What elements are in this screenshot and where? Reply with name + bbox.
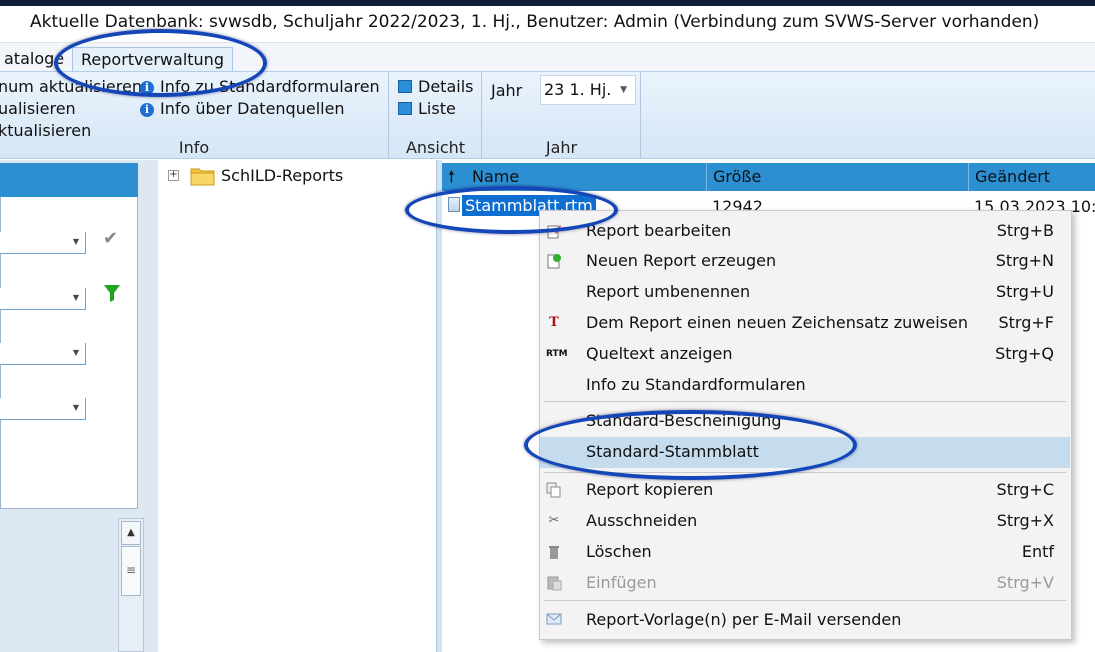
mail-icon — [546, 612, 562, 628]
scissors-icon: ✂ — [548, 513, 560, 528]
menu-item-report-bearbeiten[interactable]: Report bearbeiten Strg+B — [540, 216, 1070, 247]
jahr-label: Jahr — [491, 81, 523, 100]
menu-item-queltext[interactable]: RTM Queltext anzeigen Strg+Q — [540, 339, 1070, 370]
menu-separator — [544, 401, 1066, 402]
filter-icon[interactable] — [103, 283, 121, 308]
check-icon[interactable]: ✔ — [103, 228, 118, 249]
annotation-ellipse-tab — [54, 29, 267, 97]
report-tree — [160, 160, 436, 652]
menu-item-ausschneiden[interactable]: ✂ Ausschneiden Strg+X — [540, 506, 1070, 537]
menu-item-loeschen[interactable]: Löschen Entf — [540, 537, 1070, 568]
menu-item-zeichensatz[interactable]: T Dem Report einen neuen Zeichensatz zuw… — [540, 308, 1070, 339]
folder-icon — [190, 166, 216, 186]
filter-combo-4[interactable]: ▼ — [0, 398, 86, 420]
menu-item-info-standardformulare[interactable]: Info zu Standardformularen — [540, 370, 1070, 401]
info-icon: i — [140, 103, 154, 117]
paste-icon — [546, 575, 562, 591]
view-details-label: Details — [418, 77, 474, 96]
menu-item-report-umbenennen[interactable]: Report umbenennen Strg+U — [540, 277, 1070, 308]
ribbon-button-aktualisieren-2[interactable]: ualisieren — [0, 98, 76, 120]
tree-node-schild-reports[interactable]: SchILD-Reports — [221, 166, 343, 185]
view-list-label: Liste — [418, 99, 456, 118]
menu-item-report-kopieren[interactable]: Report kopieren Strg+C — [540, 475, 1070, 506]
jahr-select[interactable]: 23 1. Hj. ▼ — [540, 75, 636, 105]
filter-combo-2[interactable]: ▼ — [0, 288, 86, 310]
copy-icon — [546, 482, 562, 498]
column-header-geaendert[interactable]: Geändert — [968, 163, 1095, 191]
filter-combo-1[interactable]: ▼ — [0, 232, 86, 254]
menu-separator — [544, 600, 1066, 601]
group-title-jahr: Jahr — [545, 138, 578, 157]
window-top-edge — [0, 0, 1095, 6]
font-icon: T — [549, 315, 559, 330]
details-view-icon — [398, 80, 412, 93]
view-list-button[interactable]: Liste — [398, 98, 456, 120]
menu-item-email-versenden[interactable]: Report-Vorlage(n) per E-Mail versenden — [540, 605, 1070, 636]
trash-icon — [546, 544, 562, 560]
annotation-ellipse-menu-item — [524, 410, 857, 480]
filter-panel-header — [0, 163, 138, 197]
tree-expand-icon[interactable]: + — [168, 170, 179, 181]
group-title-ansicht: Ansicht — [405, 138, 466, 157]
annotation-ellipse-file — [405, 186, 618, 234]
view-details-button[interactable]: Details — [398, 76, 473, 98]
new-report-icon — [546, 253, 562, 269]
scroll-up-arrow-icon[interactable]: ▲ — [121, 521, 141, 545]
scroll-thumb[interactable]: ≡ — [121, 546, 141, 596]
chevron-down-icon: ▼ — [72, 293, 79, 302]
chevron-down-icon: ▼ — [620, 85, 627, 95]
jahr-select-value: 23 1. Hj. — [544, 80, 612, 99]
column-header-groesse[interactable]: Größe — [706, 163, 968, 191]
chevron-down-icon: ▼ — [72, 403, 79, 412]
chevron-down-icon: ▼ — [72, 348, 79, 357]
list-view-icon — [398, 102, 412, 115]
info-datenquellen-label: Info über Datenquellen — [160, 99, 345, 118]
filter-combo-3[interactable]: ▼ — [0, 343, 86, 365]
menu-item-einfuegen[interactable]: Einfügen Strg+V — [540, 568, 1070, 599]
menu-item-neuen-report[interactable]: Neuen Report erzeugen Strg+N — [540, 246, 1070, 277]
ribbon-button-aktualisieren-3[interactable]: ktualisieren — [0, 120, 91, 142]
info-datenquellen-button[interactable]: i Info über Datenquellen — [140, 98, 345, 120]
source-icon: RTM — [546, 349, 568, 359]
chevron-down-icon: ▼ — [72, 237, 79, 246]
